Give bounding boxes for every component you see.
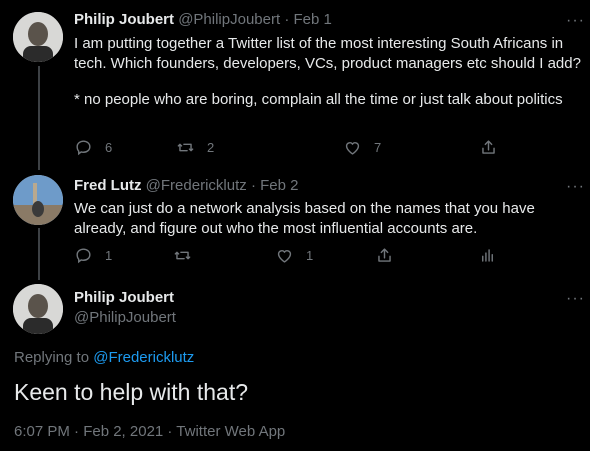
- replying-label: Replying to: [14, 349, 90, 366]
- share-icon: [378, 247, 391, 262]
- share-button[interactable]: [479, 137, 510, 157]
- tweet-actions: 1 1: [74, 245, 584, 265]
- focus-header: Philip Joubert @PhilipJoubert: [74, 288, 176, 328]
- author-handle[interactable]: @Fredericklutz: [146, 177, 247, 194]
- avatar[interactable]: [13, 175, 63, 225]
- tweet-paragraph: * no people who are boring, complain all…: [74, 91, 563, 108]
- thread-line: [38, 228, 40, 280]
- author-name[interactable]: Fred Lutz: [74, 177, 142, 194]
- analytics-icon: [482, 248, 493, 262]
- reply-count: 1: [105, 247, 113, 263]
- like-button[interactable]: 1: [275, 245, 313, 265]
- retweet-icon: [174, 251, 191, 259]
- replying-handle-link[interactable]: @Fredericklutz: [93, 349, 194, 366]
- avatar[interactable]: [13, 12, 63, 62]
- share-button[interactable]: [375, 245, 406, 265]
- like-icon: [345, 141, 360, 155]
- tweet-date[interactable]: · Feb 1: [284, 11, 332, 28]
- retweet-count: 2: [207, 139, 215, 155]
- more-icon[interactable]: ···: [566, 13, 585, 29]
- reply-button[interactable]: 6: [74, 137, 112, 157]
- like-count: 7: [374, 139, 382, 155]
- more-icon[interactable]: ···: [566, 179, 585, 195]
- retweet-button[interactable]: 2: [176, 137, 214, 157]
- like-button[interactable]: 7: [343, 137, 381, 157]
- tweet-actions: 6 2 7: [74, 137, 584, 157]
- tweet-paragraph: We can just do a network analysis based …: [74, 200, 535, 237]
- like-icon: [277, 249, 292, 263]
- reply-icon: [76, 247, 91, 263]
- author-handle[interactable]: @PhilipJoubert: [74, 308, 176, 328]
- tweet-date[interactable]: · Feb 2: [251, 177, 299, 194]
- tweet-paragraph: I am putting together a Twitter list of …: [74, 35, 581, 72]
- author-name[interactable]: Philip Joubert: [74, 288, 176, 308]
- retweet-button[interactable]: [173, 245, 204, 265]
- thread-line: [38, 66, 40, 170]
- avatar[interactable]: [13, 284, 63, 334]
- reply-count: 6: [105, 139, 113, 155]
- reply-icon: [76, 139, 91, 155]
- author-handle[interactable]: @PhilipJoubert: [178, 11, 280, 28]
- analytics-button[interactable]: [478, 245, 509, 265]
- more-icon[interactable]: ···: [566, 291, 585, 307]
- replying-to: Replying to @Fredericklutz: [14, 349, 194, 366]
- tweet-header: Fred Lutz @Fredericklutz · Feb 2: [74, 176, 298, 196]
- focus-tweet-text: Keen to help with that?: [14, 379, 248, 405]
- share-icon: [482, 139, 495, 154]
- tweet-text: I am putting together a Twitter list of …: [74, 34, 584, 110]
- tweet-timestamp[interactable]: 6:07 PM · Feb 2, 2021 · Twitter Web App: [14, 423, 285, 440]
- author-name[interactable]: Philip Joubert: [74, 11, 174, 28]
- tweet-text: We can just do a network analysis based …: [74, 199, 544, 239]
- reply-button[interactable]: 1: [74, 245, 112, 265]
- retweet-icon: [177, 143, 194, 151]
- like-count: 1: [306, 247, 314, 263]
- tweet-header: Philip Joubert @PhilipJoubert · Feb 1: [74, 10, 332, 30]
